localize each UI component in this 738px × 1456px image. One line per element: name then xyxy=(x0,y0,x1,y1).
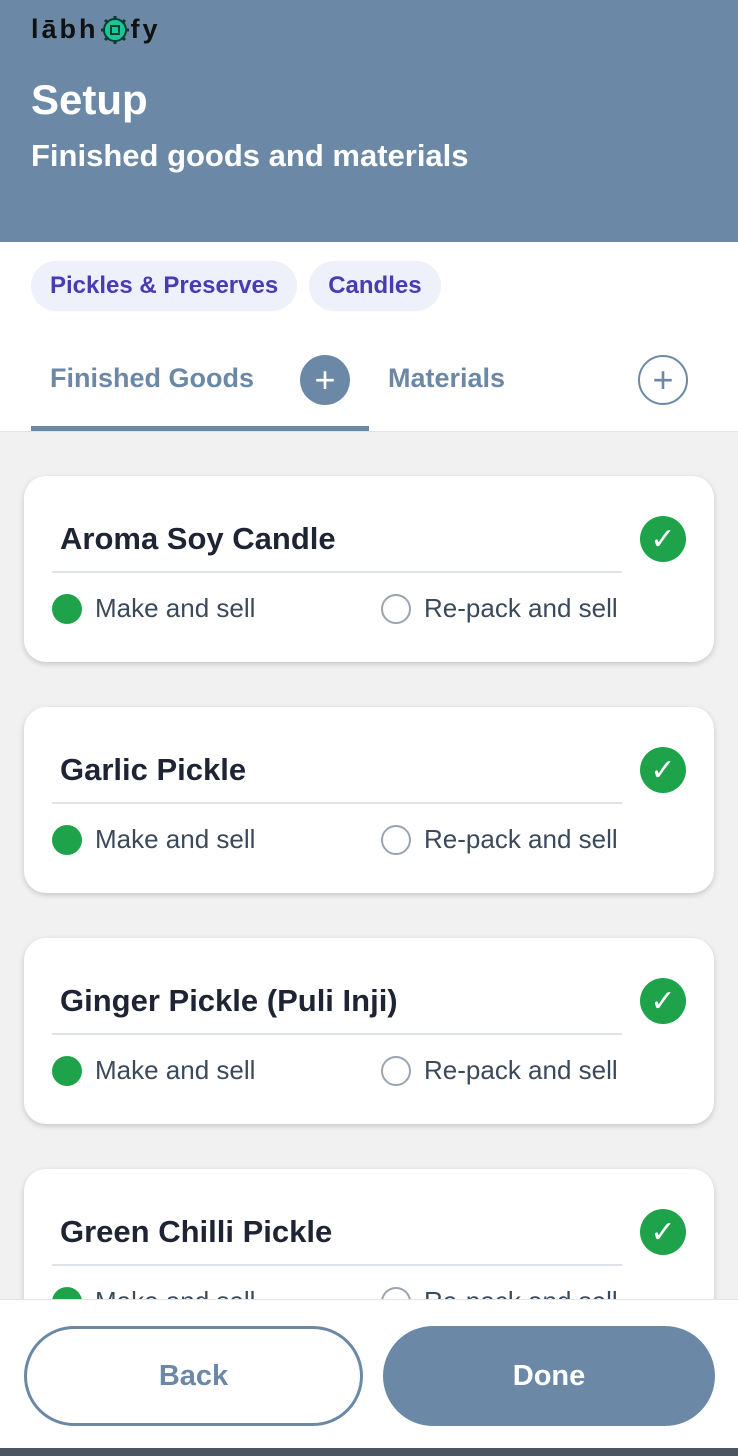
radio-unselected-icon[interactable] xyxy=(381,1286,411,1299)
plus-icon: + xyxy=(314,359,336,400)
category-and-tabs-panel: Pickles & Preserves Candles Finished Goo… xyxy=(0,242,738,432)
logo-text-right: fy xyxy=(130,14,161,44)
item-name: Ginger Pickle (Puli Inji) xyxy=(60,983,398,1018)
checkmark-icon[interactable]: ✓ xyxy=(640,1209,686,1255)
checkmark-icon[interactable]: ✓ xyxy=(640,978,686,1024)
item-card: Green Chilli Pickle ✓ Make and sell Re-p… xyxy=(24,1169,714,1299)
make-and-sell-option[interactable]: Make and sell xyxy=(52,593,255,624)
item-card: Garlic Pickle ✓ Make and sell Re-pack an… xyxy=(24,707,714,893)
radio-selected-icon[interactable] xyxy=(52,593,82,624)
repack-and-sell-option[interactable]: Re-pack and sell xyxy=(381,824,618,855)
system-navigation-bar xyxy=(0,1448,738,1456)
checkmark-icon[interactable]: ✓ xyxy=(640,747,686,793)
make-and-sell-option[interactable]: Make and sell xyxy=(52,824,255,855)
radio-selected-icon[interactable] xyxy=(52,824,82,855)
page-subtitle: Finished goods and materials xyxy=(31,138,469,173)
option-label: Re-pack and sell xyxy=(424,1286,618,1299)
plus-icon: + xyxy=(652,359,674,400)
active-tab-indicator xyxy=(31,426,369,431)
option-label: Make and sell xyxy=(95,824,256,854)
divider xyxy=(52,571,622,573)
divider xyxy=(52,1033,622,1035)
app-logo: lābh fy xyxy=(31,14,161,45)
radio-unselected-icon[interactable] xyxy=(381,824,411,855)
tab-bar: Finished Goods + Materials + xyxy=(0,347,738,431)
page-title: Setup xyxy=(31,76,148,123)
radio-selected-icon[interactable] xyxy=(52,1055,82,1086)
option-label: Re-pack and sell xyxy=(424,824,618,854)
footer-actions: Back Done xyxy=(0,1299,738,1448)
logo-text-left: lābh xyxy=(31,14,99,44)
repack-and-sell-option[interactable]: Re-pack and sell xyxy=(381,1055,618,1086)
category-chips: Pickles & Preserves Candles xyxy=(31,261,441,311)
item-card: Ginger Pickle (Puli Inji) ✓ Make and sel… xyxy=(24,938,714,1124)
make-and-sell-option[interactable]: Make and sell xyxy=(52,1286,255,1299)
item-name: Garlic Pickle xyxy=(60,752,247,787)
back-button[interactable]: Back xyxy=(24,1326,363,1426)
radio-unselected-icon[interactable] xyxy=(381,1055,411,1086)
add-finished-good-button[interactable]: + xyxy=(300,355,350,405)
option-label: Make and sell xyxy=(95,1055,256,1085)
tab-finished-goods[interactable]: Finished Goods xyxy=(50,363,254,394)
radio-selected-icon[interactable] xyxy=(52,1286,82,1299)
gear-logo-icon xyxy=(100,15,129,44)
option-label: Make and sell xyxy=(95,593,256,623)
add-material-button[interactable]: + xyxy=(638,355,688,405)
divider xyxy=(52,1264,622,1266)
make-and-sell-option[interactable]: Make and sell xyxy=(52,1055,255,1086)
tab-materials[interactable]: Materials xyxy=(388,363,505,394)
category-chip-pickles[interactable]: Pickles & Preserves xyxy=(31,261,298,311)
repack-and-sell-option[interactable]: Re-pack and sell xyxy=(381,1286,618,1299)
option-label: Make and sell xyxy=(95,1286,255,1299)
radio-unselected-icon[interactable] xyxy=(381,593,411,624)
category-chip-candles[interactable]: Candles xyxy=(309,261,441,311)
option-label: Re-pack and sell xyxy=(424,1055,618,1085)
item-name: Aroma Soy Candle xyxy=(60,521,336,556)
item-name: Green Chilli Pickle xyxy=(60,1214,333,1249)
divider xyxy=(52,802,622,804)
item-card: Aroma Soy Candle ✓ Make and sell Re-pack… xyxy=(24,476,714,662)
done-button[interactable]: Done xyxy=(383,1326,715,1426)
repack-and-sell-option[interactable]: Re-pack and sell xyxy=(381,593,618,624)
checkmark-icon[interactable]: ✓ xyxy=(640,516,686,562)
app-header: lābh fy Setup Finished goods and materia… xyxy=(0,0,738,242)
finished-goods-list: Aroma Soy Candle ✓ Make and sell Re-pack… xyxy=(0,432,738,1299)
option-label: Re-pack and sell xyxy=(424,593,618,623)
